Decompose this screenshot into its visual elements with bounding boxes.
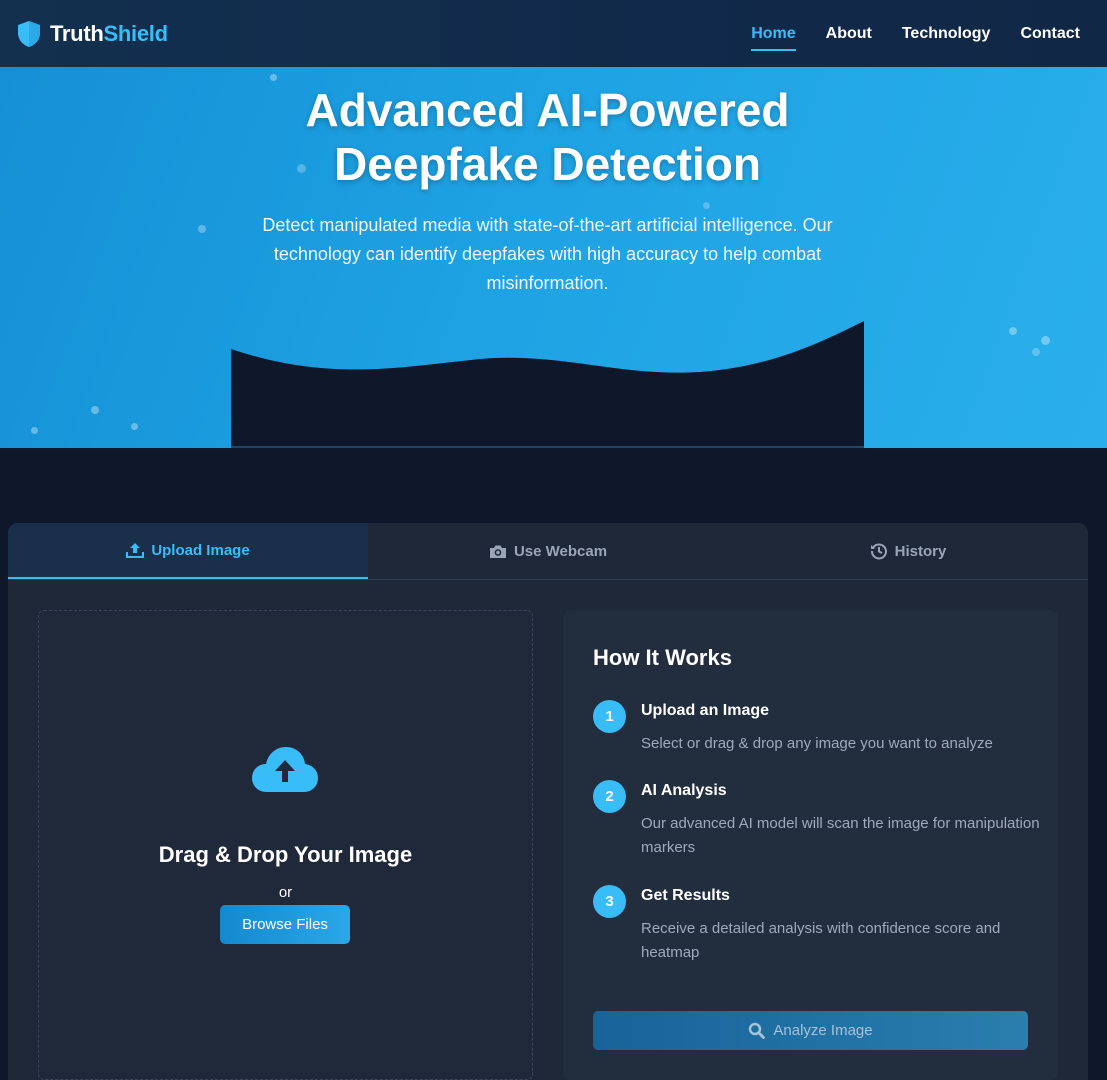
top-navbar: TruthShield Home About Technology Contac… — [0, 0, 1107, 67]
dropzone-or-text: or — [278, 884, 293, 901]
brand[interactable]: TruthShield — [16, 20, 168, 48]
brand-name-part2: Shield — [103, 20, 169, 46]
how-it-works-panel: How It Works 1 Upload an Image Select or… — [563, 610, 1058, 1080]
step-number-badge: 2 — [593, 780, 626, 813]
search-icon — [749, 1022, 766, 1039]
hero-wave-shape — [231, 321, 864, 448]
detector-card: Upload Image Use Webcam History Drag & D… — [8, 523, 1088, 1080]
step-title: AI Analysis — [641, 782, 727, 799]
tab-label: Use Webcam — [513, 542, 608, 560]
tab-upload-image[interactable]: Upload Image — [8, 523, 368, 579]
cloud-upload-icon — [252, 747, 318, 792]
step-description: Our advanced AI model will scan the imag… — [641, 815, 1040, 856]
tab-label: History — [894, 542, 947, 560]
history-icon — [870, 543, 887, 560]
step-number-badge: 1 — [593, 700, 626, 733]
camera-icon — [489, 545, 506, 558]
hero-section: Advanced AI-Powered Deepfake Detection D… — [0, 67, 1107, 448]
tab-label: Upload Image — [151, 541, 250, 559]
step-title: Get Results — [641, 887, 730, 904]
step-description: Receive a detailed analysis with confide… — [641, 920, 1001, 961]
analyze-button-label: Analyze Image — [773, 1022, 873, 1039]
step-number-badge: 3 — [593, 885, 626, 918]
step-title: Upload an Image — [641, 702, 770, 719]
browse-files-button[interactable]: Browse Files — [220, 905, 350, 944]
step-description: Select or drag & drop any image you want… — [641, 735, 993, 752]
analyze-image-button[interactable]: Analyze Image — [593, 1011, 1028, 1050]
nav-link-technology[interactable]: Technology — [902, 19, 991, 49]
brand-name: TruthShield — [50, 21, 168, 47]
image-dropzone[interactable]: Drag & Drop Your Image or Browse Files — [38, 610, 533, 1080]
how-it-works-title: How It Works — [593, 645, 732, 670]
shield-icon — [18, 20, 40, 47]
upload-icon — [126, 543, 145, 558]
dropzone-title: Drag & Drop Your Image — [158, 842, 413, 867]
tab-bar: Upload Image Use Webcam History — [8, 523, 1088, 580]
nav-link-home[interactable]: Home — [751, 19, 797, 51]
tab-use-webcam[interactable]: Use Webcam — [368, 523, 728, 579]
brand-name-part1: Truth — [50, 20, 104, 46]
nav-links: Home About Technology Contact — [751, 19, 1080, 51]
nav-link-about[interactable]: About — [826, 19, 872, 49]
tab-history[interactable]: History — [728, 523, 1088, 579]
nav-link-contact[interactable]: Contact — [1020, 19, 1080, 49]
